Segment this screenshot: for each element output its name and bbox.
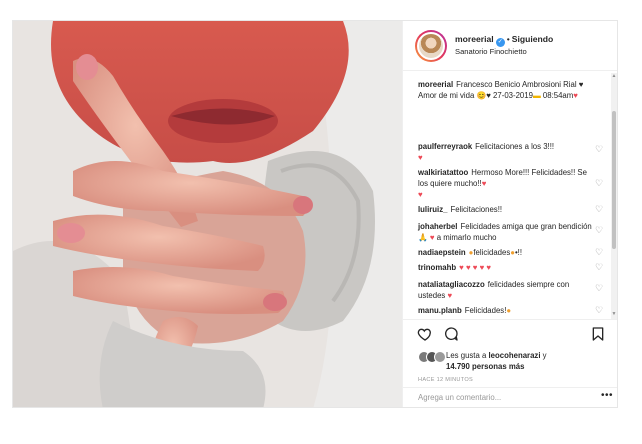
comment-username[interactable]: moreerial [418,80,453,89]
likes-connector: y [542,351,547,360]
comment-like-icon[interactable]: ♡ [595,144,605,154]
header-separator: • [506,34,510,44]
heart-icon: ♥ [481,179,487,188]
comment-username[interactable]: luliruiz_ [418,205,447,214]
comment-text: Felicitaciones a los 3!!! [475,142,555,151]
post-header: moreerial ✓ • Siguiendo Sanatorio Finochiet… [403,21,617,71]
comment: luliruiz_ Felicitaciones!! [418,204,596,215]
heart-icon: ♥ [459,263,464,272]
avatar-image [417,32,445,60]
likes-prefix: Les gusta a [446,351,487,360]
comment-text: Felicidades! [464,306,507,315]
post-sidebar: moreerial ✓ • Siguiendo Sanatorio Finochiet… [402,21,617,407]
comment-text: Francesco Benicio Ambrosioni Rial [456,80,577,89]
liker-avatars [418,351,446,363]
action-bar [403,319,617,347]
comment: trinomahb ♥ ♥ ♥ ♥ ♥ [418,262,596,273]
heart-icon: ♥ [447,291,453,300]
comment-text: 27-03-2019 [493,91,533,100]
avatar[interactable] [415,30,447,62]
calendar-emoji-icon: ▬ [532,91,541,100]
comment-username[interactable]: nataliatagliacozzo [418,280,485,289]
comment-text: felicidades [473,248,511,257]
comment: manu.planb Felicidades!● [418,305,596,316]
comment-like-icon[interactable]: ♡ [595,283,605,293]
heart-outline-icon[interactable] [417,326,433,342]
comment-text: 08:54am [542,91,574,100]
avatar [434,351,446,363]
heart-icon: ♥ [418,190,423,199]
comment: paulferreyraok Felicitaciones a los 3!!! ♥ [418,141,596,163]
heart-icon: ♥ [486,263,492,272]
comment-username[interactable]: trinomahb [418,263,456,272]
comment-username[interactable]: paulferreyraok [418,142,472,151]
caption: moreerial Francesco Benicio Ambrosioni Ri… [418,79,596,101]
comment-username[interactable]: nadiaepstein [418,248,466,257]
heart-icon: ♥ [573,91,578,100]
black-heart-icon: ♥ [486,91,491,100]
comment-text: Amor de mi vida [418,91,475,100]
newborn-hand-photo [13,21,402,407]
comment: nataliatagliacozzo felicidades siempre co… [418,279,596,301]
instagram-post: moreerial ✓ • Siguiendo Sanatorio Finochiet… [12,20,618,408]
scrollbar-thumb[interactable] [612,111,616,249]
comment-input[interactable]: Agrega un comentario... [418,393,578,402]
comment-text: Felicidades amiga que gran bendición [460,222,592,231]
comment-username[interactable]: manu.planb [418,306,462,315]
comment-bubble-icon[interactable] [443,326,459,342]
comment-like-icon[interactable]: ♡ [595,247,605,257]
comment-username[interactable]: walkiriatattoo [418,168,468,177]
comment-like-icon[interactable]: ♡ [595,225,605,235]
comment-like-icon[interactable]: ♡ [595,204,605,214]
likes-summary: Les gusta a leocohenarazi y 14.790 person… [418,348,617,374]
kiss-emoji-icon: ● [506,306,512,315]
comment-like-icon[interactable]: ♡ [595,305,605,315]
comment: nadiaepstein ●felicidades●•!! [418,247,596,258]
verified-check-icon: ✓ [495,38,505,47]
heart-icon: ♥ [429,233,435,242]
comment-text: a mimarlo mucho [436,233,497,242]
comment-text: •!! [514,248,523,257]
add-comment-bar: Agrega un comentario... ••• [403,387,617,407]
heart-icon: ♥ [472,263,478,272]
likes-count[interactable]: 14.790 personas más [446,362,524,371]
bookmark-icon[interactable] [590,326,606,342]
liker-username[interactable]: leocohenarazi [489,351,541,360]
post-photo[interactable] [13,21,402,407]
comment-like-icon[interactable]: ♡ [595,178,605,188]
comment-like-icon[interactable]: ♡ [595,262,605,272]
praying-hands-icon: 🙏 [418,233,428,242]
comments-list: moreerial Francesco Benicio Ambrosioni Ri… [403,71,617,319]
location-link[interactable]: Sanatorio Finochietto [455,47,527,56]
heart-icon: ♥ [418,153,423,162]
more-options-icon[interactable]: ••• [601,390,613,401]
comment: johaherbel Felicidades amiga que gran ben… [418,221,596,243]
header-line: moreerial ✓ • Siguiendo [455,34,553,47]
follow-button[interactable]: Siguiendo [512,34,554,44]
scroll-up-icon[interactable]: ▲ [611,73,617,79]
comment-username[interactable]: johaherbel [418,222,457,231]
black-heart-icon: ♥ [578,80,584,89]
heart-icon: ♥ [479,263,485,272]
baby-emoji-icon: 😊 [476,91,487,100]
likes-text: Les gusta a leocohenarazi y 14.790 person… [446,350,616,372]
scroll-down-icon[interactable]: ▼ [611,311,617,317]
comment-text: Felicitaciones!! [450,205,503,214]
heart-icon: ♥ [465,263,471,272]
post-timestamp[interactable]: HACE 12 MINUTOS [418,377,473,383]
comment: walkiriatattoo Hermoso More!!! Felicidade… [418,167,596,200]
header-username[interactable]: moreerial [455,34,494,44]
